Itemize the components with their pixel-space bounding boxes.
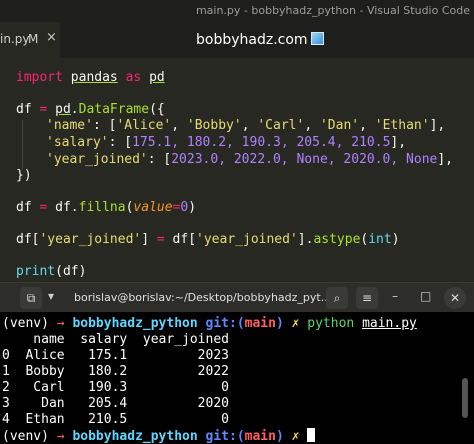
string: 'Carl'	[257, 118, 305, 133]
punct: : [	[147, 152, 172, 167]
table-row: 2 Carl 190.3 0	[2, 380, 229, 395]
operator: =	[156, 232, 165, 247]
code-line-9: print(df)	[16, 264, 87, 279]
code-line-1: import pandas as pd	[16, 70, 165, 85]
punct: ],	[437, 152, 453, 167]
builtin-type: int	[368, 232, 392, 247]
keyword: import	[16, 70, 63, 85]
git-branch: main	[244, 316, 276, 331]
code-line-4: 'salary': [175.1, 180.2, 190.3, 205.4, 2…	[46, 135, 406, 150]
string: 'Alice'	[116, 118, 172, 133]
keyword: as	[125, 70, 142, 85]
terminal-title: borislav@borislav:~/Desktop/bobbyhadz_py…	[74, 291, 332, 304]
tab-modified-badge: M	[28, 32, 39, 46]
code-editor[interactable]: import pandas as pd df = pd.DataFrame({ …	[0, 58, 474, 282]
prompt-line: (venv) → bobbyhadz_python git:(main) ✗ p…	[2, 316, 417, 331]
dirty-mark: ✗	[291, 316, 300, 331]
param-name: value	[133, 200, 173, 215]
terminal-output[interactable]: (venv) → bobbyhadz_python git:(main) ✗ p…	[0, 312, 474, 444]
punct: : [	[108, 135, 133, 150]
close-icon[interactable]: ✕	[444, 287, 466, 309]
git-label-close: )	[275, 429, 284, 444]
brace: })	[16, 168, 32, 183]
variable: df	[55, 200, 71, 215]
code-line-2: df = pd.DataFrame({	[16, 102, 165, 117]
string: 'year_joined'	[196, 232, 298, 247]
method-name: astype	[313, 232, 361, 247]
current-dir: bobbyhadz_python	[72, 429, 198, 444]
window-title: main.py - bobbyhadz_python - Visual Stud…	[195, 4, 470, 17]
punct: : [	[92, 118, 117, 133]
indent-guide	[22, 120, 23, 170]
prompt-arrow: →	[56, 316, 65, 331]
prompt-line: (venv) → bobbyhadz_python git:(main) ✗	[2, 428, 316, 444]
variable: df	[16, 102, 32, 117]
search-icon[interactable]: ⌕	[326, 287, 348, 309]
maximize-icon[interactable]: □	[420, 289, 431, 303]
tab-close-icon[interactable]: ×	[46, 30, 57, 45]
dict-key: 'name'	[46, 118, 93, 133]
module-ref: pd	[55, 102, 71, 117]
table-header: name salary year_joined	[2, 332, 229, 347]
new-tab-icon[interactable]: ⧉	[20, 287, 42, 309]
code-line-8: df['year_joined'] = df['year_joined'].as…	[16, 232, 400, 247]
code-line-6: })	[16, 168, 32, 183]
variable: df	[16, 200, 32, 215]
terminal-titlebar: ⧉ ▾ borislav@borislav:~/Desktop/bobbyhad…	[0, 282, 474, 313]
git-label-close: )	[275, 316, 284, 331]
cube-icon	[310, 32, 324, 45]
variable: df	[172, 232, 189, 247]
window-titlebar: main.py - bobbyhadz_python - Visual Stud…	[0, 0, 474, 22]
dict-key: 'salary'	[46, 135, 109, 150]
builtin-function: print	[16, 264, 56, 279]
string: 'year_joined'	[39, 232, 142, 247]
code-line-3: 'name': ['Alice', 'Bobby', 'Carl', 'Dan'…	[46, 118, 446, 133]
table-row: 1 Bobby 180.2 2022	[2, 364, 229, 379]
method-name: fillna	[78, 200, 126, 215]
brace: ({	[149, 102, 165, 117]
menu-icon[interactable]: ≡	[356, 287, 378, 309]
git-label: git:(	[205, 429, 245, 444]
dirty-mark: ✗	[291, 429, 300, 444]
table-row: 0 Alice 175.1 2023	[2, 348, 229, 363]
terminal-cursor	[307, 428, 316, 442]
tab-filename: in.py	[0, 32, 30, 46]
table-row: 4 Ethan 210.5 0	[2, 412, 229, 427]
module-alias: pd	[149, 70, 165, 85]
code-line-5: 'year_joined': [2023.0, 2022.0, None, 20…	[46, 152, 453, 167]
string: 'Dan'	[319, 118, 360, 133]
number-list: 175.1, 180.2, 190.3, 205.4, 210.5	[132, 135, 391, 150]
table-row: 3 Dan 205.4 2020	[2, 396, 229, 411]
punct: ],	[429, 118, 446, 133]
git-branch: main	[244, 429, 276, 444]
variable: df	[62, 264, 79, 279]
prompt-arrow: →	[56, 429, 65, 444]
venv-label: (venv)	[2, 429, 49, 444]
operator: =	[39, 200, 48, 215]
tab-main-py[interactable]: in.py M ×	[0, 22, 60, 58]
module-name: pandas	[70, 70, 118, 85]
chevron-down-icon[interactable]: ▾	[48, 289, 54, 303]
current-dir: bobbyhadz_python	[72, 316, 198, 331]
string: 'Bobby'	[186, 118, 242, 133]
terminal-scrollbar[interactable]	[462, 378, 468, 418]
venv-label: (venv)	[2, 316, 49, 331]
watermark-text: bobbyhadz.com	[196, 32, 308, 48]
class-name: DataFrame	[78, 102, 150, 117]
code-line-7: df = df.fillna(value=0)	[16, 200, 197, 215]
number: 0	[180, 200, 189, 215]
operator: =	[39, 102, 48, 117]
watermark: bobbyhadz.com	[196, 32, 324, 48]
punct: ],	[390, 135, 407, 150]
dot: .	[70, 102, 79, 117]
command: python	[307, 316, 355, 331]
command-arg: main.py	[362, 316, 417, 331]
number-list: 2023.0, 2022.0, None, 2020.0, None	[171, 152, 438, 167]
string: 'Ethan'	[374, 118, 430, 133]
git-label: git:(	[205, 316, 245, 331]
variable: df	[16, 232, 32, 247]
dict-key: 'year_joined'	[46, 152, 148, 167]
minimize-icon[interactable]: –	[392, 289, 398, 303]
